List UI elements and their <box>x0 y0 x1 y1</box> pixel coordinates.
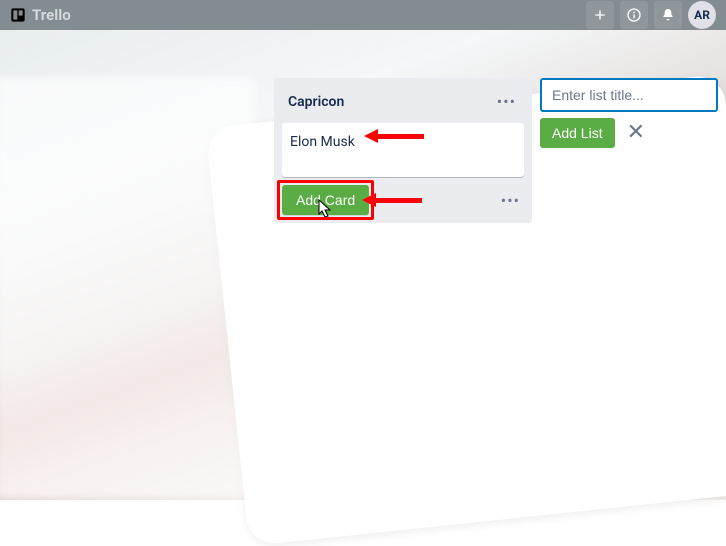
close-icon[interactable]: ✕ <box>627 122 645 144</box>
card-composer[interactable]: Elon Musk <box>282 123 524 177</box>
add-list-button[interactable]: Add List <box>540 118 615 148</box>
user-avatar[interactable]: AR <box>688 1 716 29</box>
list-capricon: Capricon ••• Elon Musk Add Card <box>274 78 532 223</box>
notifications-button[interactable] <box>654 1 682 29</box>
list-title[interactable]: Capricon <box>288 94 344 110</box>
trello-logo-icon <box>10 7 26 23</box>
avatar-initials: AR <box>694 8 710 22</box>
info-button[interactable] <box>620 1 648 29</box>
add-button[interactable] <box>586 1 614 29</box>
top-navigation-bar: Trello AR <box>0 0 726 30</box>
list-title-input[interactable] <box>540 78 718 112</box>
add-list-form: Add List ✕ <box>540 78 718 148</box>
blurred-list-placeholder <box>0 78 254 498</box>
card-composer-text: Elon Musk <box>290 134 355 150</box>
card-options-button[interactable]: ••• <box>497 187 524 214</box>
add-card-button[interactable]: Add Card <box>282 185 369 215</box>
list-menu-button[interactable]: ••• <box>493 88 520 115</box>
logo-text: Trello <box>32 6 71 24</box>
annotation-arrow-icon <box>364 129 378 143</box>
